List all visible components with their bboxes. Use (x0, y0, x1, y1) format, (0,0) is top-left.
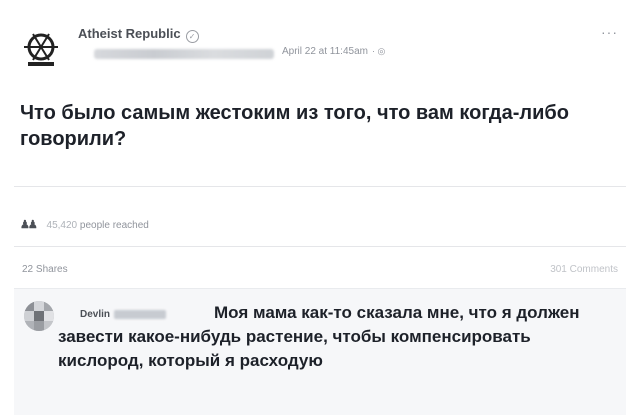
globe-icon: · ◎ (371, 46, 386, 56)
more-options-button[interactable]: ··· (601, 24, 618, 40)
comment-text: Моя мама как-то сказала мне, что я долже… (58, 303, 580, 370)
timestamp-text[interactable]: April 22 at 11:45am (282, 46, 368, 57)
blurred-author-name (94, 49, 274, 59)
comments-count[interactable]: 301 Comments (550, 264, 618, 275)
divider (14, 186, 626, 187)
people-reach-icon: ♟♟ (20, 219, 38, 231)
comment-text-block: Моя мама как-то сказала мне, что я долже… (58, 301, 618, 373)
page-logo-icon[interactable] (20, 26, 62, 68)
page-name-text[interactable]: Atheist Republic (78, 26, 181, 41)
reach-label: people reached (79, 220, 149, 231)
page-name-link[interactable]: Atheist Republic ✓ (78, 26, 199, 43)
comments-section: Devlin Моя мама как-то сказала мне, что … (14, 288, 626, 415)
post-timestamp[interactable]: April 22 at 11:45am · ◎ (282, 46, 385, 57)
commenter-avatar[interactable] (24, 301, 54, 331)
shares-count[interactable]: 22 Shares (22, 264, 68, 275)
reach-count: 45,420 (46, 220, 78, 231)
post-text: Что было самым жестоким из того, что вам… (20, 102, 569, 150)
post-header: Atheist Republic ✓ April 22 at 11:45am · ◎… (14, 16, 626, 72)
verified-badge-icon: ✓ (185, 30, 199, 43)
post-reach[interactable]: ♟♟ 45,420 people reached (20, 218, 149, 231)
divider (14, 246, 626, 247)
